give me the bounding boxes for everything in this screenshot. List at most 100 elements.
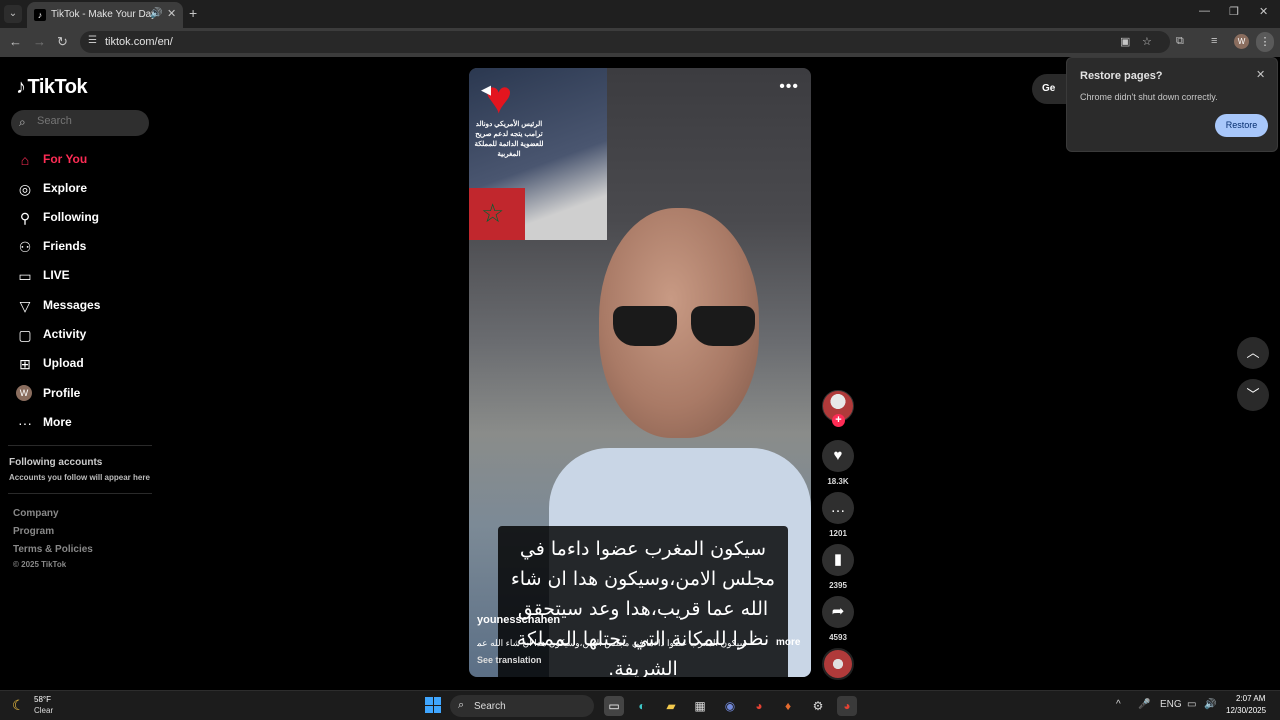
- search-input[interactable]: [37, 115, 142, 127]
- close-window-icon[interactable]: ✕: [1259, 5, 1268, 18]
- share-icon: ➦: [831, 603, 845, 620]
- speaker-icon[interactable]: 🔊: [150, 8, 162, 19]
- close-icon[interactable]: ✕: [1256, 68, 1265, 81]
- clock-time[interactable]: 2:07 AM: [1236, 694, 1265, 703]
- nav-activity[interactable]: ▢ Activity: [16, 324, 146, 346]
- minimize-icon[interactable]: —: [1199, 5, 1210, 17]
- volume-icon[interactable]: 🔊: [1204, 699, 1216, 710]
- sidebar-divider: [8, 493, 152, 494]
- language-indicator[interactable]: ENG: [1160, 699, 1182, 710]
- nav-more[interactable]: ··· More: [16, 412, 146, 434]
- comment-button[interactable]: …: [822, 492, 854, 524]
- nav-messages[interactable]: ▽ Messages: [16, 295, 146, 317]
- nav-label: Following: [43, 210, 99, 224]
- search-box[interactable]: ⌕: [11, 110, 149, 136]
- nav-label: Explore: [43, 181, 88, 195]
- bookmark-star-icon[interactable]: ☆: [1142, 35, 1152, 48]
- chrome-profile-icon[interactable]: ◕: [837, 696, 857, 716]
- tab-strip: ⌄ ♪ TikTok - Make Your Day 🔊 ✕ + — ❐ ✕: [0, 0, 1280, 28]
- reload-icon[interactable]: ↻: [57, 34, 68, 50]
- close-tab-icon[interactable]: ✕: [167, 7, 176, 20]
- nav-label: Profile: [43, 386, 81, 400]
- taskbar-search[interactable]: ⌕ Search: [450, 695, 594, 717]
- sidebar: ♪TikTok ⌕ ⌂ For You ◎ Explore ⚲ Followin…: [0, 57, 160, 690]
- microphone-icon[interactable]: 🎤: [1138, 699, 1150, 710]
- chrome-icon[interactable]: ◕: [749, 696, 769, 716]
- avatar: W: [16, 385, 32, 401]
- share-button[interactable]: ➦: [822, 596, 854, 628]
- caption-more-button[interactable]: more: [776, 637, 800, 648]
- microphone-app-icon[interactable]: ♦: [778, 696, 798, 716]
- upload-icon: ⊞: [19, 356, 31, 372]
- more-options-icon[interactable]: •••: [779, 78, 799, 96]
- site-info-icon[interactable]: ☰: [88, 35, 97, 46]
- settings-gear-icon[interactable]: ⚙: [808, 696, 828, 716]
- nav-explore[interactable]: ◎ Explore: [16, 178, 146, 200]
- nav-label: More: [43, 415, 72, 429]
- footer-link-program[interactable]: Program: [13, 526, 54, 537]
- network-icon[interactable]: ▭: [1187, 699, 1196, 710]
- search-icon: ⌕: [458, 699, 465, 711]
- moon-icon[interactable]: ☾: [12, 697, 25, 714]
- nav-for-you[interactable]: ⌂ For You: [16, 149, 146, 171]
- extensions-icon[interactable]: ⧉: [1176, 35, 1184, 48]
- windows-taskbar: ☾ 58°F Clear ⌕ Search ▭ ◐ ▰ ▦ ◉ ◕ ♦ ⚙ ◕ …: [0, 690, 1280, 720]
- footer-link-terms[interactable]: Terms & Policies: [13, 544, 93, 555]
- chevron-up-icon[interactable]: ^: [1116, 699, 1121, 710]
- heart-icon: ♥: [833, 447, 843, 464]
- speaker-icon[interactable]: ◀: [481, 82, 491, 98]
- messages-icon: ▽: [19, 298, 31, 314]
- clock-date[interactable]: 12/30/2025: [1226, 706, 1266, 715]
- chevron-down-icon[interactable]: ﹀: [1237, 379, 1269, 411]
- nav-friends[interactable]: ⚇ Friends: [16, 236, 146, 258]
- comment-icon: …: [830, 499, 846, 516]
- restore-window-icon[interactable]: ❐: [1229, 5, 1239, 18]
- nav-profile[interactable]: W Profile: [16, 383, 146, 405]
- new-tab-icon[interactable]: +: [189, 5, 197, 21]
- chrome-menu-icon[interactable]: ⋮: [1256, 32, 1274, 52]
- restore-button[interactable]: Restore: [1215, 114, 1268, 137]
- get-app-label: Ge: [1042, 83, 1056, 94]
- nav-following[interactable]: ⚲ Following: [16, 207, 146, 229]
- profile-avatar-icon[interactable]: W: [1234, 34, 1249, 49]
- weather-desc[interactable]: Clear: [34, 706, 53, 715]
- nav-upload[interactable]: ⊞ Upload: [16, 353, 146, 375]
- popup-title: Restore pages?: [1080, 70, 1163, 82]
- back-icon[interactable]: ←: [9, 34, 22, 49]
- chevron-up-icon[interactable]: ︿: [1237, 337, 1269, 369]
- tiktok-logo[interactable]: ♪ TikTok: [16, 76, 88, 99]
- store-icon[interactable]: ▦: [690, 696, 710, 716]
- install-app-icon[interactable]: ▣: [1120, 35, 1130, 48]
- inset-arabic-text: الرئيس الأمريكي دونالد ترامب يتجه لدعم ص…: [474, 121, 544, 158]
- forward-icon[interactable]: →: [33, 34, 46, 49]
- nav-label: Upload: [43, 356, 84, 370]
- video-player[interactable]: ♥ الرئيس الأمريكي دونالد ترامب يتجه لدعم…: [469, 68, 811, 677]
- url-text: tiktok.com/en/: [105, 36, 173, 48]
- footer-link-company[interactable]: Company: [13, 508, 59, 519]
- nav-label: Friends: [43, 239, 87, 253]
- star-icon: ☆: [481, 198, 505, 228]
- nav-label: Messages: [43, 298, 101, 312]
- music-disc-icon[interactable]: [822, 648, 854, 680]
- following-accounts-subtitle: Accounts you follow will appear here: [9, 473, 150, 482]
- browser-tab[interactable]: ♪ TikTok - Make Your Day 🔊 ✕: [27, 2, 183, 28]
- nav-label: Activity: [43, 327, 87, 341]
- video-caption: سيكون المغرب عضوا داءما في مجلس الامن،وس…: [477, 638, 747, 648]
- see-translation-link[interactable]: See translation: [477, 655, 542, 665]
- nav-live[interactable]: ▭ LIVE: [16, 265, 146, 287]
- video-author[interactable]: younesschahen: [477, 614, 560, 626]
- file-explorer-icon[interactable]: ▰: [661, 696, 681, 716]
- address-bar[interactable]: ☰ tiktok.com/en/: [80, 31, 1170, 53]
- edge-icon[interactable]: ◐: [632, 696, 652, 716]
- follow-plus-icon[interactable]: +: [832, 414, 845, 427]
- windows-start-icon[interactable]: [425, 697, 441, 713]
- media-control-icon[interactable]: ≡: [1211, 35, 1217, 47]
- weather-temp[interactable]: 58°F: [34, 695, 51, 704]
- tab-search-icon[interactable]: ⌄: [4, 5, 22, 23]
- like-button[interactable]: ♥: [822, 440, 854, 472]
- save-button[interactable]: ▮: [822, 544, 854, 576]
- compass-icon: ◎: [18, 181, 32, 197]
- task-view-icon[interactable]: ▭: [604, 696, 624, 716]
- live-icon: ▭: [18, 268, 32, 284]
- discord-icon[interactable]: ◉: [720, 696, 740, 716]
